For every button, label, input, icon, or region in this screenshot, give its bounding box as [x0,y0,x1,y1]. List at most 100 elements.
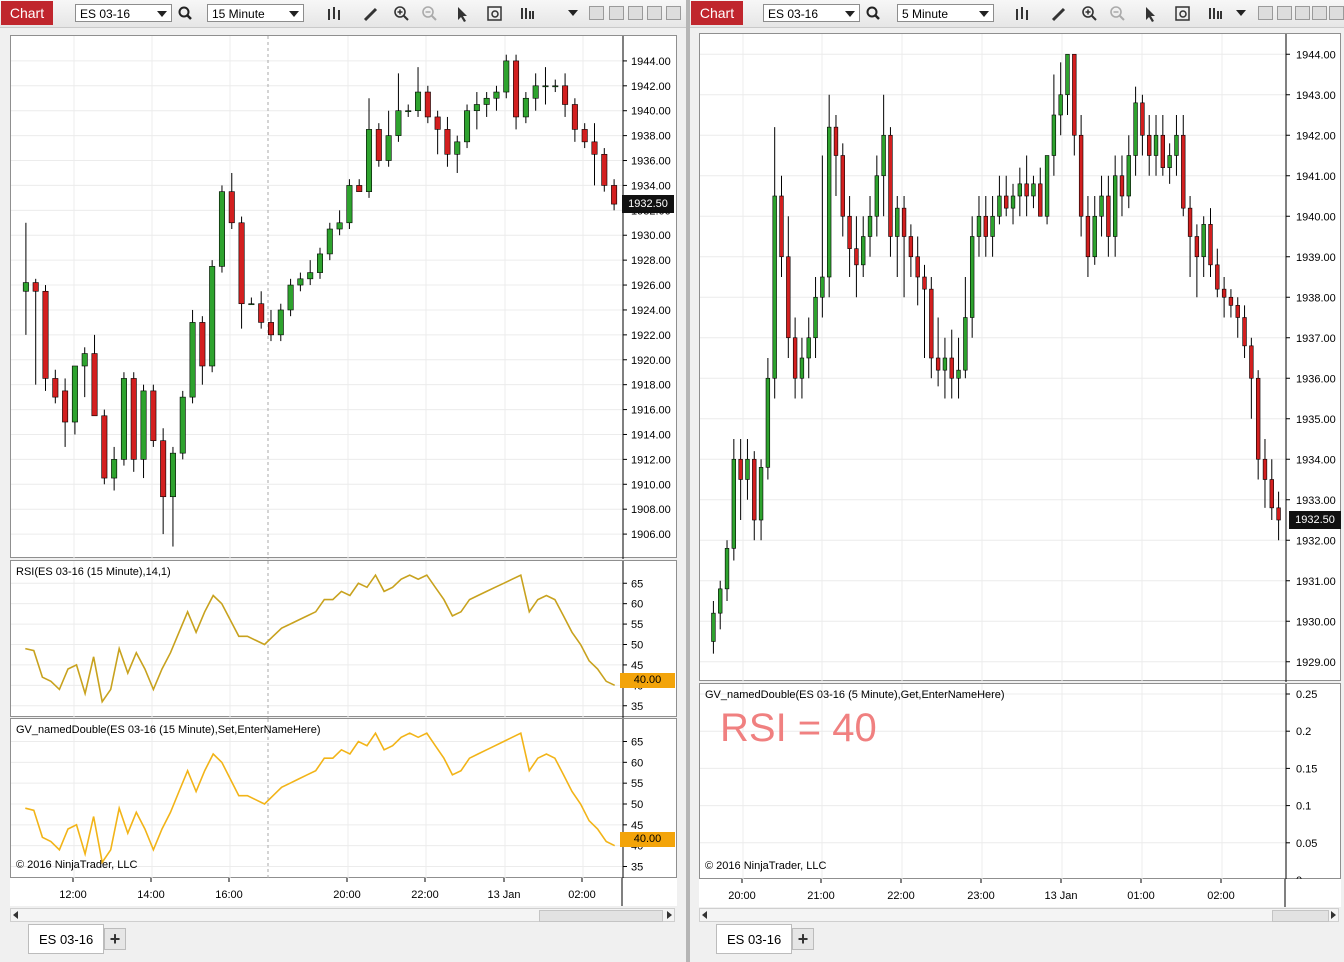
maximize-button[interactable] [1312,6,1327,20]
pointer-icon[interactable] [1141,4,1161,24]
close-button[interactable] [1329,6,1344,20]
pencil-icon[interactable] [1049,4,1069,24]
candle-body [718,588,723,614]
candle-body [1004,195,1009,209]
x-tick-label: 12:00 [59,889,87,901]
price-chart: 1944.00 1943.00 1942.00 1941.00 1940.00 1939.… [700,34,1336,682]
gv-set-pane[interactable]: 65605550454035 GV_namedDouble(ES 03-16 (… [10,718,677,879]
scroll-left-icon[interactable] [702,911,707,919]
chart-menu-button[interactable]: Chart [691,1,743,25]
add-tab-button[interactable]: + [104,928,126,950]
zoom-in-icon[interactable] [392,4,412,24]
minimize-button[interactable] [1295,6,1310,20]
candle-body [1153,134,1159,156]
more-menu[interactable] [1234,4,1250,22]
candle-body [1133,102,1138,156]
candle-body [1167,155,1172,168]
candle-body [1010,195,1016,209]
candle-body [415,91,422,112]
y-tick-label: 60 [631,599,643,611]
instrument-selector[interactable]: ES 03-16 [75,4,172,22]
add-tab-button[interactable]: + [792,928,814,950]
interval-selector[interactable]: 5 Minute [897,4,994,22]
copyright: © 2016 NinjaTrader, LLC [705,860,827,872]
candle-body [209,266,216,367]
zoom-out-icon[interactable] [420,4,440,24]
candle-body [1201,224,1206,258]
time-axis-labels: 12:00 14:00 16:00 20:00 22:00 13 Jan 02:00 [59,878,623,906]
scroll-left-icon[interactable] [13,911,18,919]
bar-type-icon[interactable] [1013,4,1033,24]
pencil-icon[interactable] [361,4,381,24]
candle-body [1276,507,1281,521]
candle-body [1078,134,1084,217]
candle-body [1092,215,1097,258]
window-tile-button[interactable] [589,6,604,20]
price-pane[interactable]: 1944.00 1942.00 1940.00 1938.00 1936.00 1934.… [10,35,677,559]
more-menu[interactable] [566,4,582,22]
data-box-icon[interactable] [1173,4,1193,24]
candle-body [1194,236,1200,258]
scroll-thumb[interactable] [1272,910,1329,922]
rsi-value-marker: 40.00 [620,673,675,688]
tab-bar: ES 03-16 + [0,922,686,960]
indicators-icon[interactable] [1206,4,1226,24]
window-restore-button[interactable] [609,6,624,20]
x-tick-label: 02:00 [568,889,596,901]
horizontal-scrollbar[interactable] [699,908,1339,922]
scroll-thumb[interactable] [539,910,663,922]
candle-body [833,126,839,156]
candle-body [840,155,845,217]
gv-get-pane[interactable]: 0.250.20.150.10.050 GV_namedDouble(ES 03… [699,683,1341,880]
rsi-pane[interactable]: 65605550454035 RSI(ES 03-16 (15 Minute),… [10,560,677,718]
chevron-down-icon [157,11,167,17]
pointer-icon[interactable] [453,4,473,24]
candle-body [929,288,934,359]
window-tile-button[interactable] [1258,6,1273,20]
gv-set-title: GV_namedDouble(ES 03-16 (15 Minute),Set,… [16,724,321,736]
candle-body [1099,195,1104,217]
y-tick-label: 1933.00 [1296,495,1336,507]
y-tick-label: 1934.00 [1296,454,1336,466]
chart-menu-button[interactable]: Chart [1,1,53,25]
search-icon[interactable] [864,4,884,24]
y-tick-label: 1916.00 [631,405,671,417]
indicators-icon[interactable] [518,4,538,24]
y-tick-label: 1931.00 [1296,576,1336,588]
close-button[interactable] [666,6,681,20]
candle-body [513,60,520,118]
horizontal-scrollbar[interactable] [10,908,675,922]
series-line [25,573,616,704]
tab-es-03-16[interactable]: ES 03-16 [716,924,792,954]
candle-body [111,459,118,479]
scroll-right-icon[interactable] [1331,911,1336,919]
y-tick-label: 1934.00 [631,180,671,192]
candle-body [881,134,886,177]
candle-body [552,85,559,88]
candle-body [997,195,1002,217]
minimize-button[interactable] [628,6,643,20]
y-tick-label: 0.1 [1296,801,1311,813]
tab-es-03-16[interactable]: ES 03-16 [28,924,104,954]
instrument-selector[interactable]: ES 03-16 [763,4,860,22]
maximize-button[interactable] [647,6,662,20]
candle-body [503,60,510,93]
interval-selector[interactable]: 15 Minute [207,4,304,22]
candle-body [813,296,818,339]
time-axis[interactable]: 20:00 21:00 22:00 23:00 13 Jan 01:00 02:00 [699,879,1341,907]
search-icon[interactable] [176,4,196,24]
candle-body [101,415,108,479]
candle-body [1181,134,1186,209]
data-box-icon[interactable] [485,4,505,24]
zoom-out-icon[interactable] [1108,4,1128,24]
bar-type-icon[interactable] [325,4,345,24]
zoom-in-icon[interactable] [1080,4,1100,24]
candle-body [307,272,314,280]
scroll-right-icon[interactable] [667,911,672,919]
y-tick-label: 1910.00 [631,479,671,491]
window-restore-button[interactable] [1277,6,1292,20]
time-axis[interactable]: 12:00 14:00 16:00 20:00 22:00 13 Jan 02:00 [10,878,677,906]
candle-body [1215,264,1220,290]
candle-body [297,278,304,286]
price-pane[interactable]: 1944.00 1943.00 1942.00 1941.00 1940.00 1939.… [699,33,1341,682]
